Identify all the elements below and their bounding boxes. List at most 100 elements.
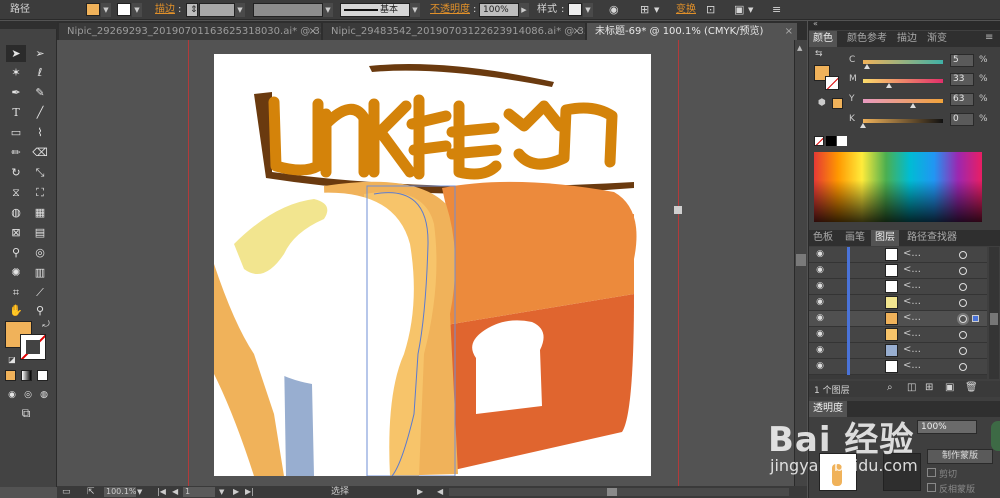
slider-value-field[interactable]: 33: [950, 73, 974, 86]
invert-mask-checkbox[interactable]: [927, 483, 936, 492]
gradient-icon[interactable]: ▤: [30, 224, 50, 241]
delete-layer-icon[interactable]: 🗑: [965, 382, 978, 393]
opacity-arrow[interactable]: ▶: [519, 3, 529, 17]
tab-stroke[interactable]: 描边: [893, 31, 921, 47]
page-field[interactable]: 1: [183, 487, 215, 497]
eraser-icon[interactable]: ⌫: [30, 144, 50, 161]
draw-inside-icon[interactable]: ◍: [34, 387, 54, 404]
eye-icon[interactable]: ◉: [813, 361, 827, 373]
canvas[interactable]: [57, 40, 794, 486]
stroke-label[interactable]: 描边: [155, 3, 175, 17]
blend-icon[interactable]: ◎: [30, 244, 50, 261]
new-layer-icon[interactable]: ▣: [945, 382, 954, 393]
stroke-swatch-none[interactable]: [117, 3, 131, 16]
clip-checkbox[interactable]: [927, 468, 936, 477]
arrange-icon[interactable]: ▣: [734, 3, 744, 17]
artboard[interactable]: [214, 54, 651, 477]
symbol-sprayer-icon[interactable]: ✺: [6, 264, 26, 281]
tab-gradient[interactable]: 渐变: [923, 31, 951, 47]
stroke-weight-arrow[interactable]: ▼: [235, 3, 245, 17]
target-icon[interactable]: [959, 251, 967, 259]
close-icon[interactable]: ×: [573, 23, 581, 40]
layers-scroll-thumb[interactable]: [990, 313, 998, 325]
eye-icon[interactable]: ◉: [813, 249, 827, 261]
black-color-chip[interactable]: [826, 136, 836, 146]
eye-icon[interactable]: ◉: [813, 265, 827, 277]
selection-icon[interactable]: ➤: [6, 45, 26, 62]
panel-menu-icon[interactable]: ≡: [772, 3, 781, 17]
first-page-icon[interactable]: |◀: [157, 486, 166, 498]
tab-layers[interactable]: 图层: [871, 230, 899, 246]
panel-menu-icon[interactable]: ≡: [985, 32, 993, 43]
default-colors-icon[interactable]: ◪: [2, 351, 22, 368]
target-icon[interactable]: [959, 331, 967, 339]
brush-dropdown[interactable]: 基本: [340, 3, 410, 17]
variable-width-arrow[interactable]: ▼: [323, 3, 333, 17]
eye-icon[interactable]: ◉: [813, 297, 827, 309]
brush-arrow[interactable]: ▼: [410, 3, 420, 17]
perspective-icon[interactable]: ▦: [30, 204, 50, 221]
stroke-weight-stepper[interactable]: ⇕: [186, 3, 198, 17]
swap-fill-stroke-icon[interactable]: ⤾: [36, 317, 56, 334]
scale-icon[interactable]: ⤡: [30, 164, 50, 181]
variable-width-dropdown[interactable]: [253, 3, 323, 17]
tab-swatches[interactable]: 色板: [809, 230, 837, 246]
zoom-dropdown-arrow[interactable]: ▼: [137, 486, 142, 498]
toolbox-grip[interactable]: [0, 21, 57, 29]
status-prev-icon[interactable]: ▭: [62, 486, 71, 498]
graphic-style-swatch[interactable]: [568, 3, 582, 16]
new-sublayer-icon[interactable]: ⊞: [925, 382, 933, 393]
stroke-color-box[interactable]: [20, 334, 46, 360]
eyedropper-icon[interactable]: ⚲: [6, 244, 26, 261]
arrange-arrow-icon[interactable]: ▼: [748, 3, 753, 17]
opacity-label[interactable]: 不透明度: [430, 3, 470, 17]
eye-icon[interactable]: ◉: [813, 329, 827, 341]
slider-value-field[interactable]: 5: [950, 54, 974, 67]
color-mode-icon[interactable]: [5, 370, 16, 381]
fill-dropdown-arrow[interactable]: ▼: [101, 3, 111, 17]
slider-value-field[interactable]: 0: [950, 113, 974, 126]
eye-icon[interactable]: ◉: [813, 313, 827, 325]
target-icon[interactable]: [959, 315, 967, 323]
tab-color-guide[interactable]: 颜色参考: [843, 31, 891, 47]
scroll-thumb[interactable]: [796, 254, 806, 266]
collapse-icon[interactable]: «: [813, 19, 818, 28]
paintbrush-icon[interactable]: ⌇: [30, 124, 50, 141]
curvature-icon[interactable]: ✎: [30, 84, 50, 101]
layer-row[interactable]: ◉ <...: [809, 295, 987, 311]
gamut-color-swatch[interactable]: [832, 98, 843, 109]
line-icon[interactable]: ╱: [30, 104, 50, 121]
tab-brushes[interactable]: 画笔: [841, 230, 869, 246]
tab-document-active[interactable]: 未标题-69* @ 100.1% (CMYK/预览) ×: [587, 23, 797, 40]
tab-document-2[interactable]: Nipic_29483542_20190703122623914086.ai* …: [323, 23, 585, 40]
align-arrow-icon[interactable]: ▼: [654, 3, 659, 17]
none-color-chip[interactable]: [814, 136, 824, 146]
direct-selection-icon[interactable]: ➢: [30, 45, 50, 62]
color-stroke-swatch[interactable]: [825, 76, 839, 90]
make-mask-button[interactable]: 制作蒙版: [927, 449, 993, 464]
stroke-weight-field[interactable]: [199, 3, 235, 17]
status-menu-arrow[interactable]: ▶: [417, 486, 423, 498]
target-icon[interactable]: [959, 299, 967, 307]
status-export-icon[interactable]: ⇱: [87, 486, 95, 498]
panel-dock-header[interactable]: «: [809, 19, 1000, 30]
close-icon[interactable]: ×: [309, 23, 317, 40]
eye-icon[interactable]: ◉: [813, 281, 827, 293]
slider-yellow[interactable]: Y 63 %: [849, 93, 999, 109]
rotate-icon[interactable]: ↻: [6, 164, 26, 181]
layer-row[interactable]: ◉ <...: [809, 359, 987, 375]
gradient-mode-icon[interactable]: [21, 370, 32, 381]
width-icon[interactable]: ⧖: [6, 184, 26, 201]
recolor-icon[interactable]: ◉: [609, 3, 619, 17]
canvas-scroll-handle[interactable]: [674, 206, 682, 214]
next-page-icon[interactable]: ▶: [233, 486, 239, 498]
layer-row[interactable]: ◉ <...: [809, 263, 987, 279]
artboard-icon[interactable]: ⌗: [6, 284, 26, 301]
slider-black[interactable]: K 0 %: [849, 113, 999, 129]
shape-builder-icon[interactable]: ◍: [6, 204, 26, 221]
layer-row[interactable]: ◉ <...: [809, 247, 987, 263]
target-icon[interactable]: [959, 267, 967, 275]
slider-thumb[interactable]: [860, 123, 866, 128]
hand-icon[interactable]: ✋: [6, 302, 26, 319]
page-dropdown-arrow[interactable]: ▼: [219, 486, 224, 498]
